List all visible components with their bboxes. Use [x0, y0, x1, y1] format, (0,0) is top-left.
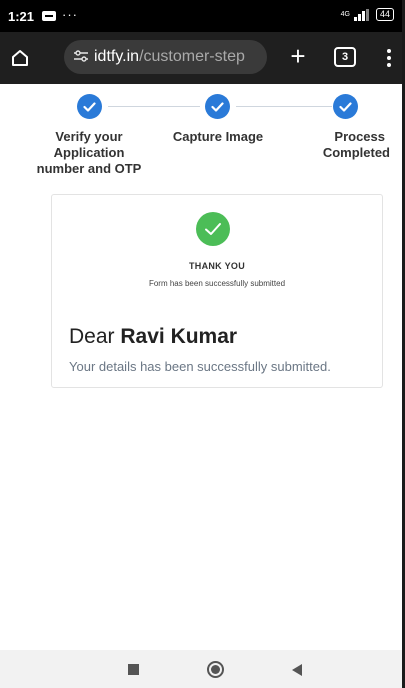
tune-icon[interactable] [74, 49, 88, 65]
status-time: 1:21 [8, 9, 35, 24]
url-domain: idtfy.in [94, 48, 140, 65]
system-navigation-bar [0, 650, 402, 688]
step-connector [108, 106, 200, 107]
progress-stepper: Verify your Application number and OTP C… [0, 92, 402, 182]
step-2-label-line1: Capture Image [172, 129, 264, 144]
success-check-icon [196, 212, 230, 246]
step-1-check-icon [77, 94, 102, 119]
step-3-label-line2: Completed [322, 145, 390, 160]
step-2-check-icon [205, 94, 230, 119]
step-1-label: Verify your Application number and OTP [26, 129, 152, 177]
step-2-label: Capture Image [162, 129, 274, 145]
greeting: Dear Ravi Kumar [69, 325, 237, 349]
details-submitted-message: Your details has been successfully submi… [69, 359, 331, 374]
network-type-label: 4G [340, 11, 350, 18]
more-vert-icon[interactable] [384, 45, 394, 71]
message-notification-icon [42, 11, 56, 21]
step-connector [236, 106, 332, 107]
tab-switcher-button[interactable]: 3 [334, 47, 356, 67]
home-button[interactable] [6, 44, 34, 72]
device-frame: 1:21 ··· 4G 44 idtfy.in /customer-step +… [0, 0, 405, 688]
status-indicators: 4G 44 [341, 8, 394, 21]
battery-level: 44 [379, 9, 390, 19]
browser-toolbar: idtfy.in/customer-step + 3 [0, 32, 402, 84]
url-path: /customer-step [139, 48, 245, 65]
step-3-check-icon [333, 94, 358, 119]
recent-apps-button[interactable] [128, 664, 139, 675]
greeting-word: Dear [69, 325, 115, 348]
step-1-label-line1: Verify your [55, 129, 123, 144]
form-submitted-note: Form has been successfully submitted [148, 279, 286, 288]
new-tab-button[interactable]: + [284, 42, 312, 72]
more-notifications-indicator: ··· [62, 7, 78, 22]
status-bar: 1:21 ··· 4G 44 [0, 0, 402, 32]
step-3-label: Process Completed [300, 129, 390, 161]
confirmation-card: THANK YOU Form has been successfully sub… [51, 194, 383, 388]
back-button[interactable] [292, 664, 302, 676]
step-1-label-line3: number and OTP [36, 161, 142, 176]
address-bar[interactable]: idtfy.in/customer-step [64, 40, 267, 74]
customer-name: Ravi Kumar [120, 325, 238, 348]
step-1-label-line2: Application [53, 145, 125, 160]
screen: 1:21 ··· 4G 44 idtfy.in /customer-step +… [0, 0, 402, 688]
step-3-label-line1: Process [334, 129, 385, 144]
home-nav-button[interactable] [207, 661, 224, 678]
battery-icon: 44 [375, 8, 394, 21]
signal-icon [353, 8, 372, 21]
thank-you-heading: THANK YOU [188, 261, 246, 271]
home-icon [12, 50, 28, 66]
